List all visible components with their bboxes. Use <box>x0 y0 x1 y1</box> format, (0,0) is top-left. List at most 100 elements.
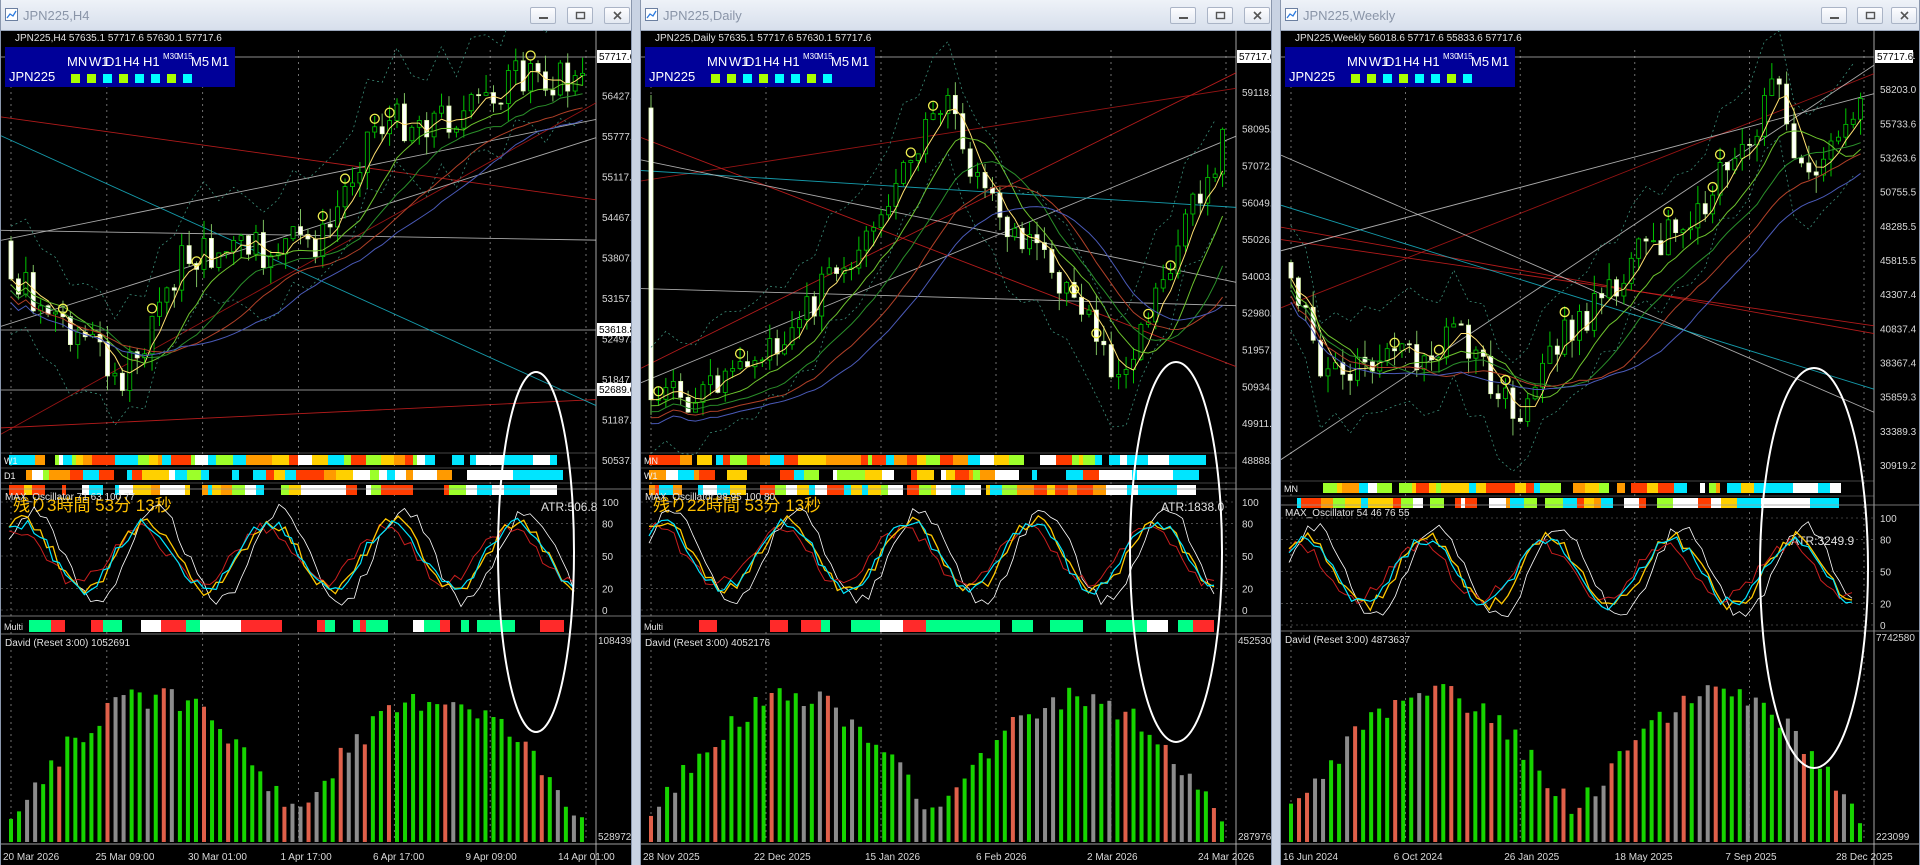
strip-cell <box>1345 498 1361 508</box>
volume-bar <box>1665 722 1670 842</box>
strip-cell <box>504 485 516 495</box>
volume-bar <box>1625 750 1630 842</box>
multi-cell <box>1127 620 1147 632</box>
time-tick-label: 1 Apr 17:00 <box>281 852 333 863</box>
volume-bar <box>322 780 327 842</box>
chart-window-icon <box>5 8 18 21</box>
volume-bar <box>1721 688 1726 842</box>
candle-body <box>424 120 430 138</box>
strip-cell <box>1189 470 1199 480</box>
candle-body <box>1086 309 1092 315</box>
strip-cell <box>1558 498 1563 508</box>
chart-area[interactable]: 60141.559118.558095.557072.556049.555026… <box>641 30 1271 865</box>
volume-bar <box>1769 714 1774 842</box>
volume-bar <box>1321 778 1326 842</box>
strip-cell <box>907 455 917 465</box>
volume-bar <box>1713 686 1718 842</box>
volume-bar <box>105 702 110 842</box>
tf-status-square <box>1415 74 1424 83</box>
strip-label: MN <box>644 456 658 466</box>
candle-body <box>1577 311 1582 341</box>
volume-bar <box>1825 766 1830 842</box>
chart-window-h4[interactable]: JPN225,H4 57087.056427.055777.055117.054… <box>0 0 632 865</box>
moving-average-line <box>10 82 583 364</box>
volume-bar <box>906 774 911 842</box>
close-button[interactable] <box>604 7 630 24</box>
chart-area[interactable]: 57087.056427.055777.055117.054467.053807… <box>1 30 631 865</box>
strip-cell <box>853 455 861 465</box>
price-tick-label: 51187.0 <box>602 416 631 427</box>
strip-cell <box>149 455 158 465</box>
volume-bar <box>1026 714 1031 842</box>
strip-cell <box>1601 498 1613 508</box>
strip-cell <box>799 470 804 480</box>
price-tag-label: 57717.6 <box>1877 52 1914 63</box>
volume-tick-min: 528972 <box>598 832 631 843</box>
strip-cell <box>1613 498 1624 508</box>
minimize-button[interactable] <box>530 7 556 24</box>
moving-average-line <box>1290 130 1861 399</box>
candle-body <box>238 235 244 241</box>
strip-cell <box>530 485 542 495</box>
close-icon <box>613 11 622 20</box>
strip-cell <box>216 470 232 480</box>
trend-line <box>641 159 1237 283</box>
candle-body <box>1858 98 1864 120</box>
multi-cell <box>193 620 200 632</box>
strip-cell <box>1368 498 1376 508</box>
time-tick-label: 18 May 2025 <box>1615 852 1673 863</box>
strip-cell <box>1051 470 1066 480</box>
volume-label: David (Reset 3:00) 4052176 <box>645 638 771 649</box>
volume-bar <box>1345 736 1350 842</box>
volume-bar <box>49 760 54 842</box>
maximize-button[interactable] <box>1207 7 1233 24</box>
volume-bar <box>298 806 303 842</box>
strip-cell <box>1599 483 1609 493</box>
multi-cell <box>141 620 161 632</box>
multi-cell <box>353 620 360 632</box>
close-button[interactable] <box>1244 7 1270 24</box>
candle-body <box>774 338 780 355</box>
minimize-button[interactable] <box>1170 7 1196 24</box>
minimize-button[interactable] <box>1821 7 1847 24</box>
window-titlebar[interactable]: JPN225,H4 <box>1 0 631 31</box>
candle-body <box>1056 272 1062 294</box>
strip-cell <box>1441 483 1458 493</box>
volume-bar <box>1857 823 1862 842</box>
window-titlebar[interactable]: JPN225,Daily <box>641 0 1271 31</box>
price-tick-label: 55026.5 <box>1242 235 1271 246</box>
strip-cell <box>1698 498 1711 508</box>
strip-cell <box>114 470 127 480</box>
multi-cell <box>200 620 224 632</box>
chart-window-weekly[interactable]: JPN225,Weekly 60711.158203.055733.653263… <box>1280 0 1920 865</box>
volume-bar <box>1841 794 1846 842</box>
candle-body <box>863 230 869 251</box>
multi-cell <box>29 620 51 632</box>
volume-bar <box>1489 723 1494 842</box>
volume-bar <box>57 766 62 842</box>
candle-body <box>112 372 118 377</box>
strip-cell <box>488 455 503 465</box>
multi-cell <box>424 620 440 632</box>
maximize-button[interactable] <box>1857 7 1883 24</box>
volume-tick-max: 4525306 <box>1238 636 1271 647</box>
strip-cell <box>26 455 31 465</box>
strip-cell <box>195 455 208 465</box>
maximize-button[interactable] <box>567 7 593 24</box>
strip-cell <box>1307 498 1321 508</box>
multi-cell <box>788 620 801 632</box>
volume-bar <box>1035 718 1039 842</box>
chart-area[interactable]: 60711.158203.055733.653263.650755.548285… <box>1281 30 1919 865</box>
candle-body <box>1160 279 1166 289</box>
strip-cell <box>162 455 171 465</box>
time-tick-label: 28 Nov 2025 <box>643 852 700 863</box>
volume-bar <box>817 691 822 842</box>
strip-cell <box>723 455 730 465</box>
strip-cell <box>49 470 53 480</box>
volume-bar <box>1585 787 1590 842</box>
close-button[interactable] <box>1891 7 1917 24</box>
volume-bar <box>242 747 247 842</box>
window-titlebar[interactable]: JPN225,Weekly <box>1281 0 1919 31</box>
chart-window-daily[interactable]: JPN225,Daily 60141.559118.558095.557072.… <box>640 0 1272 865</box>
volume-bar <box>1545 788 1550 842</box>
